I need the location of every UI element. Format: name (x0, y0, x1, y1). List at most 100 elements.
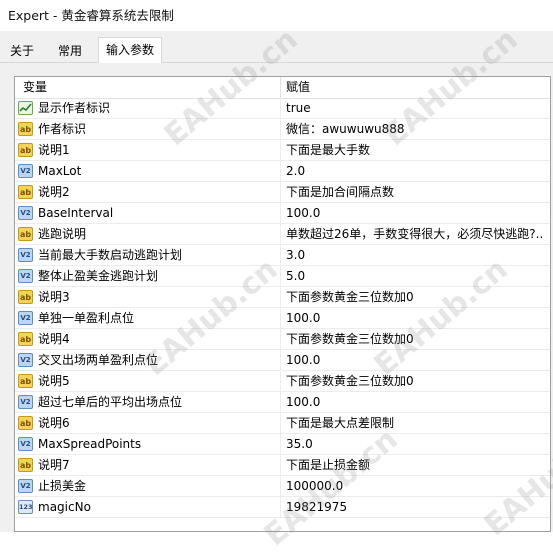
parameter-value[interactable]: 100.0 (286, 203, 548, 223)
parameter-value[interactable]: 2.0 (286, 161, 548, 181)
parameter-row[interactable]: V2 超过七单后的平均出场点位 100.0 (15, 392, 550, 413)
parameter-name: 说明7 (38, 458, 70, 472)
parameter-name: 当前最大手数启动逃跑计划 (38, 248, 183, 262)
parameter-value[interactable]: 下面是最大点差限制 (286, 413, 548, 433)
parameter-name: 说明1 (38, 143, 70, 157)
bool-icon (18, 101, 33, 115)
parameter-row[interactable]: V2 交叉出场两单盈利点位 100.0 (15, 350, 550, 371)
parameter-name: 说明3 (38, 290, 70, 304)
parameter-row[interactable]: 123 magicNo 19821975 (15, 497, 550, 518)
tab-common[interactable]: 常用 (47, 40, 93, 63)
vn-icon: V2 (18, 311, 33, 325)
column-divider (280, 224, 281, 245)
vn-icon: V2 (18, 353, 33, 367)
parameter-row[interactable]: ab 说明2 下面是加合间隔点数 (15, 182, 550, 203)
column-divider (280, 119, 281, 140)
parameter-value[interactable]: 19821975 (286, 497, 548, 517)
parameter-name: 交叉出场两单盈利点位 (38, 353, 159, 367)
parameter-name: 说明2 (38, 185, 70, 199)
parameter-row[interactable]: V2 当前最大手数启动逃跑计划 3.0 (15, 245, 550, 266)
column-divider (280, 308, 281, 329)
parameter-name: 逃跑说明 (38, 227, 87, 241)
parameter-row[interactable]: V2 MaxLot 2.0 (15, 161, 550, 182)
column-divider (280, 266, 281, 287)
parameter-row[interactable]: V2 MaxSpreadPoints 35.0 (15, 434, 550, 455)
column-divider (280, 497, 281, 518)
vn-icon: V2 (18, 437, 33, 451)
parameter-row[interactable]: V2 止损美金 100000.0 (15, 476, 550, 497)
ab-icon: ab (18, 122, 33, 136)
parameter-row[interactable]: ab 说明1 下面是最大手数 (15, 140, 550, 161)
ab-icon: ab (18, 458, 33, 472)
ab-icon: ab (18, 332, 33, 346)
ab-icon: ab (18, 416, 33, 430)
parameter-value[interactable]: 100.0 (286, 308, 548, 328)
parameter-row[interactable]: ab 逃跑说明 单数超过26单，手数变得很大，必须尽快逃跑?.. (15, 224, 550, 245)
vn-icon: V2 (18, 269, 33, 283)
parameter-row[interactable]: V2 整体止盈美金逃跑计划 5.0 (15, 266, 550, 287)
column-divider (280, 287, 281, 308)
parameter-row[interactable]: ab 说明5 下面参数黄金三位数加0 (15, 371, 550, 392)
parameter-value[interactable]: 100.0 (286, 392, 548, 412)
parameter-name: 说明4 (38, 332, 70, 346)
ab-icon: ab (18, 374, 33, 388)
parameter-value[interactable]: 单数超过26单，手数变得很大，必须尽快逃跑?.. (286, 224, 548, 244)
parameter-name: 止损美金 (38, 479, 87, 493)
column-divider (280, 182, 281, 203)
parameter-name: 整体止盈美金逃跑计划 (38, 269, 159, 283)
ab-icon: ab (18, 185, 33, 199)
grid-header: 变量 赋值 (15, 77, 550, 99)
column-divider (280, 476, 281, 497)
parameter-value[interactable]: 下面参数黄金三位数加0 (286, 371, 548, 391)
column-divider (280, 413, 281, 434)
vn-icon: V2 (18, 164, 33, 178)
parameter-value[interactable]: true (286, 98, 548, 118)
parameter-name: 说明6 (38, 416, 70, 430)
parameter-name: 显示作者标识 (38, 101, 111, 115)
parameter-value[interactable]: 35.0 (286, 434, 548, 454)
parameter-row[interactable]: ab 说明6 下面是最大点差限制 (15, 413, 550, 434)
ab-icon: ab (18, 143, 33, 157)
parameter-row[interactable]: ab 说明4 下面参数黄金三位数加0 (15, 329, 550, 350)
parameter-value[interactable]: 下面参数黄金三位数加0 (286, 329, 548, 349)
column-divider (280, 350, 281, 371)
parameter-value[interactable]: 下面是止损金额 (286, 455, 548, 475)
column-header-variable[interactable]: 变量 (23, 77, 47, 98)
column-divider (280, 140, 281, 161)
column-divider (280, 392, 281, 413)
vn-icon: V2 (18, 206, 33, 220)
parameter-value[interactable]: 微信：awuwuwu888 (286, 119, 548, 139)
tab-strip: 关于 常用 输入参数 (0, 31, 553, 64)
tab-about[interactable]: 关于 (3, 40, 41, 63)
parameter-name: 说明5 (38, 374, 70, 388)
column-divider (280, 371, 281, 392)
parameter-row[interactable]: V2 单独一单盈利点位 100.0 (15, 308, 550, 329)
parameter-row[interactable]: ab 说明7 下面是止损金额 (15, 455, 550, 476)
parameter-value[interactable]: 100000.0 (286, 476, 548, 496)
column-divider (280, 329, 281, 350)
column-divider (280, 455, 281, 476)
parameter-row[interactable]: V2 BaseInterval 100.0 (15, 203, 550, 224)
parameter-value[interactable]: 5.0 (286, 266, 548, 286)
parameter-row[interactable]: ab 说明3 下面参数黄金三位数加0 (15, 287, 550, 308)
vn-icon: V2 (18, 479, 33, 493)
parameter-row[interactable]: ab 作者标识 微信：awuwuwu888 (15, 119, 550, 140)
vn-icon: V2 (18, 395, 33, 409)
vn-icon: V2 (18, 248, 33, 262)
parameter-name: 超过七单后的平均出场点位 (38, 395, 183, 409)
ab-icon: ab (18, 227, 33, 241)
column-header-value[interactable]: 赋值 (286, 77, 310, 98)
column-divider (280, 245, 281, 266)
parameter-name: BaseInterval (38, 206, 114, 220)
parameter-row[interactable]: 显示作者标识 true (15, 98, 550, 119)
parameter-value[interactable]: 下面是加合间隔点数 (286, 182, 548, 202)
parameter-value[interactable]: 下面参数黄金三位数加0 (286, 287, 548, 307)
column-divider[interactable] (280, 77, 281, 98)
parameter-value[interactable]: 下面是最大手数 (286, 140, 548, 160)
tab-input-parameters[interactable]: 输入参数 (98, 37, 162, 64)
parameter-value[interactable]: 100.0 (286, 350, 548, 370)
parameter-value[interactable]: 3.0 (286, 245, 548, 265)
parameter-name: MaxSpreadPoints (38, 437, 142, 451)
window-titlebar: Expert - 黄金睿算系统去限制 (0, 0, 553, 31)
num-icon: 123 (18, 500, 33, 514)
